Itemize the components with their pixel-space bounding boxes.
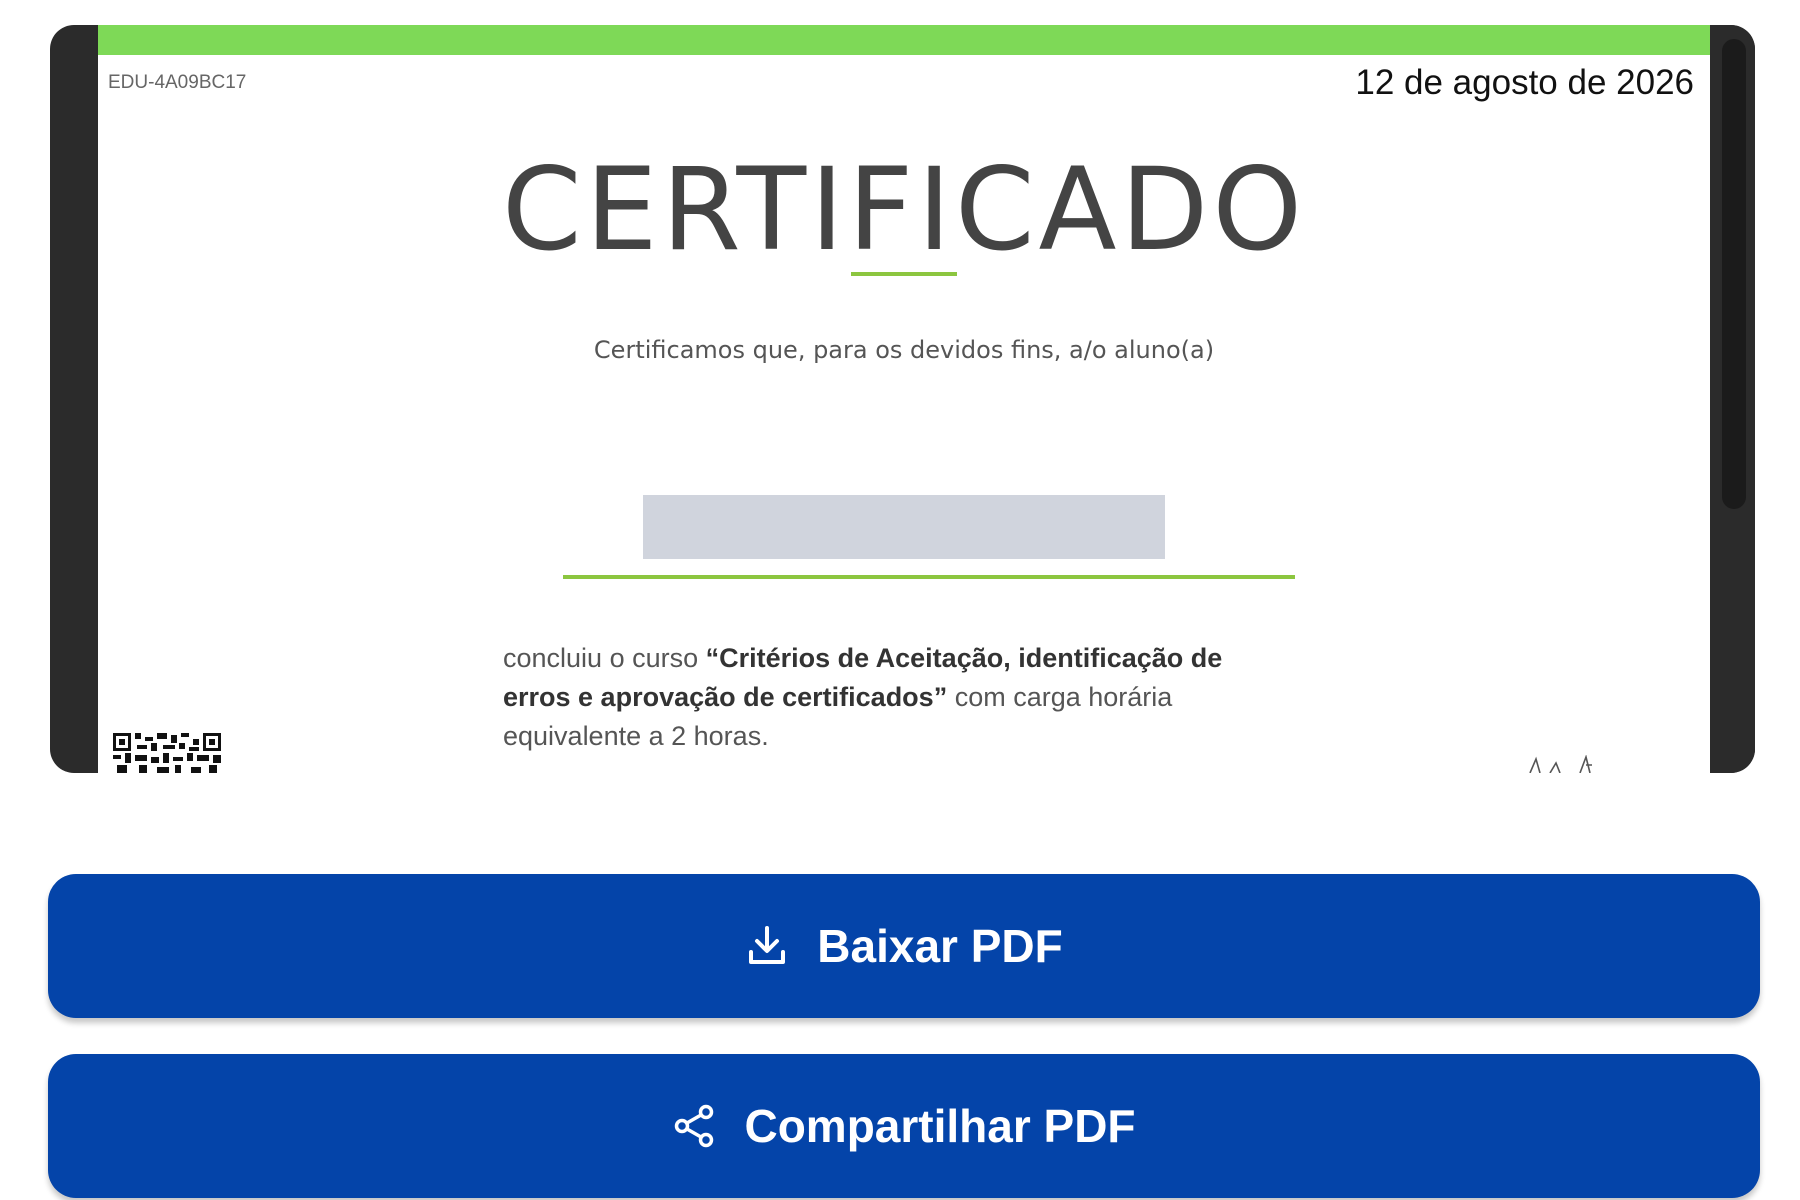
share-icon <box>675 1104 714 1148</box>
certificate-intro: Certificamos que, para os devidos fins, … <box>593 336 1215 364</box>
certificate-date: 12 de agosto de 2026 <box>1355 63 1694 102</box>
certificate-preview[interactable]: EDU-4A09BC17 12 de agosto de 2026 CERTIF… <box>50 25 1755 773</box>
certificate-document: EDU-4A09BC17 12 de agosto de 2026 CERTIF… <box>98 25 1710 773</box>
share-pdf-label: Compartilhar PDF <box>744 1100 1136 1152</box>
signature-mark <box>1529 755 1592 773</box>
certificate-title: CERTIFICADO <box>501 143 1307 276</box>
qr-code-icon <box>113 733 221 773</box>
download-icon <box>749 926 786 964</box>
preview-scrollbar[interactable] <box>1710 25 1755 773</box>
certificate-code: EDU-4A09BC17 <box>108 72 247 93</box>
share-pdf-button[interactable]: Compartilhar PDF <box>48 1054 1760 1198</box>
download-pdf-label: Baixar PDF <box>817 920 1063 972</box>
student-name-redacted <box>643 495 1165 559</box>
body-prefix: concluiu o curso <box>503 643 706 673</box>
name-underline <box>563 575 1295 579</box>
title-divider <box>851 272 957 276</box>
certificate-body: concluiu o curso “Critérios de Aceitação… <box>503 639 1283 756</box>
scrollbar-thumb[interactable] <box>1722 39 1746 509</box>
download-pdf-button[interactable]: Baixar PDF <box>48 874 1760 1018</box>
certificate-top-bar <box>98 25 1710 55</box>
certificate-screen: EDU-4A09BC17 12 de agosto de 2026 CERTIF… <box>0 0 1800 1200</box>
